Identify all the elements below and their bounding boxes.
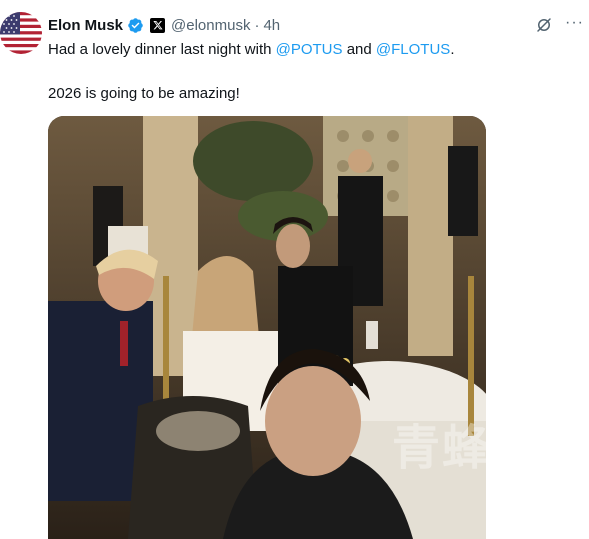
tweet-text-conjunction: and (342, 41, 376, 58)
separator-dot: · (254, 16, 260, 34)
mention-flotus[interactable]: @FLOTUS (376, 41, 450, 58)
display-name[interactable]: Elon Musk (48, 17, 123, 34)
tweet-text-line-2: 2026 is going to be amazing! (48, 85, 240, 102)
tweet-photo[interactable]: 青蜂侠 (48, 116, 486, 539)
watermark: 青蜂侠 (392, 422, 486, 475)
user-handle[interactable]: @elonmusk (171, 17, 250, 34)
tweet-text-line-1: Had a lovely dinner last night with @POT… (48, 40, 454, 60)
x-logo-icon[interactable] (150, 17, 166, 33)
avatar[interactable] (0, 12, 42, 54)
grok-slash-icon[interactable] (535, 16, 553, 39)
more-options-icon[interactable]: ··· (565, 14, 584, 32)
timestamp[interactable]: 4h (263, 17, 280, 34)
mention-potus[interactable]: @POTUS (276, 41, 343, 58)
verified-badge-icon[interactable] (127, 17, 144, 34)
tweet-text-period: . (450, 41, 455, 58)
tweet-header: Elon Musk @elonmusk · 4h (48, 14, 280, 36)
tweet-text: Had a lovely dinner last night with (48, 41, 276, 58)
